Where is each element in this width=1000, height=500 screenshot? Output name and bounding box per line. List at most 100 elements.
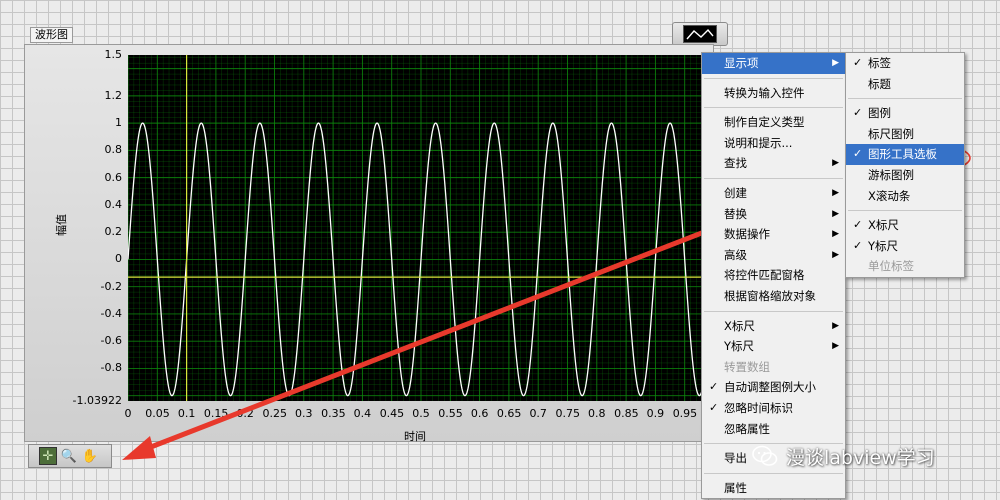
menu-item-main_menu-24[interactable]: 属性 bbox=[702, 478, 845, 499]
menu-item-main_menu-4[interactable]: 制作自定义类型 bbox=[702, 112, 845, 133]
checkmark-icon: ✓ bbox=[709, 400, 719, 414]
menu-item-label: 忽略属性 bbox=[724, 421, 770, 436]
menu-item-main_menu-2[interactable]: 转换为输入控件 bbox=[702, 83, 845, 104]
y-tick-label: -1.03922 bbox=[72, 394, 122, 407]
menu-item-main_menu-11[interactable]: 高级 ▶ bbox=[702, 245, 845, 266]
x-tick-label: 0.85 bbox=[614, 407, 639, 420]
y-tick-label: -0.2 bbox=[100, 279, 122, 293]
x-tick-label: 0.65 bbox=[496, 407, 522, 420]
submenu-arrow-icon: ▶ bbox=[832, 187, 839, 198]
plot-area[interactable] bbox=[128, 55, 714, 401]
menu-item-main_menu-16[interactable]: Y标尺 ▶ bbox=[702, 336, 845, 357]
submenu-arrow-icon: ▶ bbox=[832, 249, 839, 260]
y-tick-label: 0.2 bbox=[104, 225, 123, 239]
menu-item-main_menu-12[interactable]: 将控件匹配窗格 bbox=[702, 265, 845, 286]
menu-item-main_menu-9[interactable]: 替换 ▶ bbox=[702, 204, 845, 225]
menu-item-label: 创建 bbox=[724, 185, 747, 200]
menu-item-sub_menu-4[interactable]: 标尺图例 bbox=[846, 124, 964, 145]
x-tick-label: 0.45 bbox=[379, 407, 405, 420]
submenu-arrow-icon: ▶ bbox=[832, 208, 839, 219]
menu-item-sub_menu-0[interactable]: ✓ 标签 bbox=[846, 53, 964, 74]
x-tick-label: 0.5 bbox=[412, 407, 430, 420]
pan-hand-icon[interactable]: ✋ bbox=[81, 447, 99, 465]
x-tick-label: 0.05 bbox=[145, 407, 170, 420]
menu-item-sub_menu-1[interactable]: 标题 bbox=[846, 74, 964, 95]
menu-item-label: 转置数组 bbox=[724, 359, 770, 374]
context-menu: 显示项 ▶ 转换为输入控件 制作自定义类型 说明和提示... 查找 ▶ 创建 ▶ 替换 ▶ 数据操作 ▶… bbox=[701, 52, 846, 500]
x-tick-label: 0.3 bbox=[295, 407, 313, 420]
x-tick-label: 0.4 bbox=[353, 407, 372, 420]
menu-item-main_menu-0[interactable]: 显示项 ▶ bbox=[702, 53, 845, 74]
menu-separator bbox=[704, 77, 843, 79]
plot-legend[interactable] bbox=[672, 22, 728, 46]
cursor-move-icon[interactable]: ✛ bbox=[39, 447, 57, 465]
menu-separator bbox=[704, 472, 843, 474]
x-tick-label: 0.7 bbox=[529, 407, 547, 420]
x-tick-label: 0.25 bbox=[262, 407, 288, 420]
menu-item-label: 导出 bbox=[724, 451, 747, 466]
y-tick-label: 0.4 bbox=[104, 197, 123, 211]
menu-item-sub_menu-9[interactable]: ✓ X标尺 bbox=[846, 215, 964, 236]
submenu-arrow-icon: ▶ bbox=[832, 158, 839, 169]
x-tick-label: 0.8 bbox=[588, 407, 606, 420]
menu-item-main_menu-15[interactable]: X标尺 ▶ bbox=[702, 316, 845, 337]
x-tick-label: 0.1 bbox=[177, 407, 196, 420]
menu-item-main_menu-10[interactable]: 数据操作 ▶ bbox=[702, 224, 845, 245]
menu-item-label: 查找 bbox=[724, 156, 747, 171]
menu-item-main_menu-13[interactable]: 根据窗格缩放对象 bbox=[702, 286, 845, 307]
y-tick-label: -0.8 bbox=[100, 361, 122, 375]
y-tick-label: 1.2 bbox=[104, 88, 123, 102]
menu-item-label: 制作自定义类型 bbox=[724, 115, 805, 130]
menu-item-sub_menu-11: 单位标签 bbox=[846, 256, 964, 277]
y-tick-label: 1 bbox=[115, 116, 122, 130]
plot-svg bbox=[128, 55, 714, 401]
menu-separator bbox=[704, 310, 843, 312]
zoom-icon[interactable]: 🔍 bbox=[60, 447, 78, 465]
submenu-arrow-icon: ▶ bbox=[832, 229, 839, 240]
checkmark-icon: ✓ bbox=[853, 218, 863, 232]
x-tick-label: 0.55 bbox=[438, 407, 463, 420]
submenu-arrow-icon: ▶ bbox=[832, 320, 839, 331]
y-tick-label: 0.8 bbox=[104, 143, 123, 157]
menu-item-sub_menu-10[interactable]: ✓ Y标尺 bbox=[846, 236, 964, 257]
checkmark-icon: ✓ bbox=[709, 380, 719, 394]
x-tick-label: 0.15 bbox=[203, 407, 229, 420]
menu-item-main_menu-6[interactable]: 查找 ▶ bbox=[702, 153, 845, 174]
menu-item-label: X标尺 bbox=[724, 318, 755, 333]
menu-item-sub_menu-6[interactable]: 游标图例 bbox=[846, 165, 964, 186]
graph-palette: ✛ 🔍 ✋ bbox=[28, 444, 112, 468]
menu-item-label: Y标尺 bbox=[868, 238, 899, 253]
y-tick-label: -0.6 bbox=[100, 334, 122, 348]
menu-item-main_menu-8[interactable]: 创建 ▶ bbox=[702, 183, 845, 204]
menu-item-main_menu-20[interactable]: 忽略属性 bbox=[702, 419, 845, 440]
menu-item-label: 图形工具选板 bbox=[868, 147, 937, 162]
menu-item-label: 高级 bbox=[724, 247, 747, 262]
x-axis-title: 时间 bbox=[404, 430, 426, 443]
x-tick-label: 0.6 bbox=[470, 407, 489, 420]
submenu-arrow-icon: ▶ bbox=[832, 58, 839, 68]
menu-item-main_menu-18[interactable]: ✓ 自动调整图例大小 bbox=[702, 377, 845, 398]
x-tick-label: 0.2 bbox=[236, 407, 254, 420]
menu-item-sub_menu-3[interactable]: ✓ 图例 bbox=[846, 103, 964, 124]
menu-item-sub_menu-5[interactable]: ✓ 图形工具选板 bbox=[846, 144, 964, 165]
menu-item-sub_menu-7[interactable]: X滚动条 bbox=[846, 186, 964, 207]
menu-item-main_menu-19[interactable]: ✓ 忽略时间标识 bbox=[702, 398, 845, 419]
wechat-icon bbox=[752, 445, 778, 466]
menu-item-label: 忽略时间标识 bbox=[724, 400, 793, 415]
menu-item-label: 自动调整图例大小 bbox=[724, 380, 816, 395]
x-tick-label: 0.95 bbox=[672, 407, 698, 420]
menu-item-main_menu-5[interactable]: 说明和提示... bbox=[702, 133, 845, 154]
plot-legend-swatch-icon bbox=[683, 25, 717, 43]
menu-item-label: 属性 bbox=[724, 480, 747, 495]
menu-separator bbox=[704, 107, 843, 109]
graph-label[interactable]: 波形图 bbox=[30, 27, 73, 43]
display-items-submenu: ✓ 标签 标题 ✓ 图例 标尺图例 ✓ 图形工具选板 游标图例 X滚动条 ✓ X标尺 ✓ Y标尺 单位标签 bbox=[845, 52, 965, 278]
y-tick-label: 0 bbox=[115, 252, 122, 266]
menu-item-label: X标尺 bbox=[868, 218, 899, 233]
menu-separator bbox=[848, 210, 962, 212]
x-tick-label: 0.35 bbox=[321, 407, 346, 420]
menu-item-label: Y标尺 bbox=[724, 339, 755, 354]
menu-separator bbox=[704, 177, 843, 179]
y-tick-label: 1.5 bbox=[104, 48, 123, 61]
checkmark-icon: ✓ bbox=[853, 238, 863, 252]
